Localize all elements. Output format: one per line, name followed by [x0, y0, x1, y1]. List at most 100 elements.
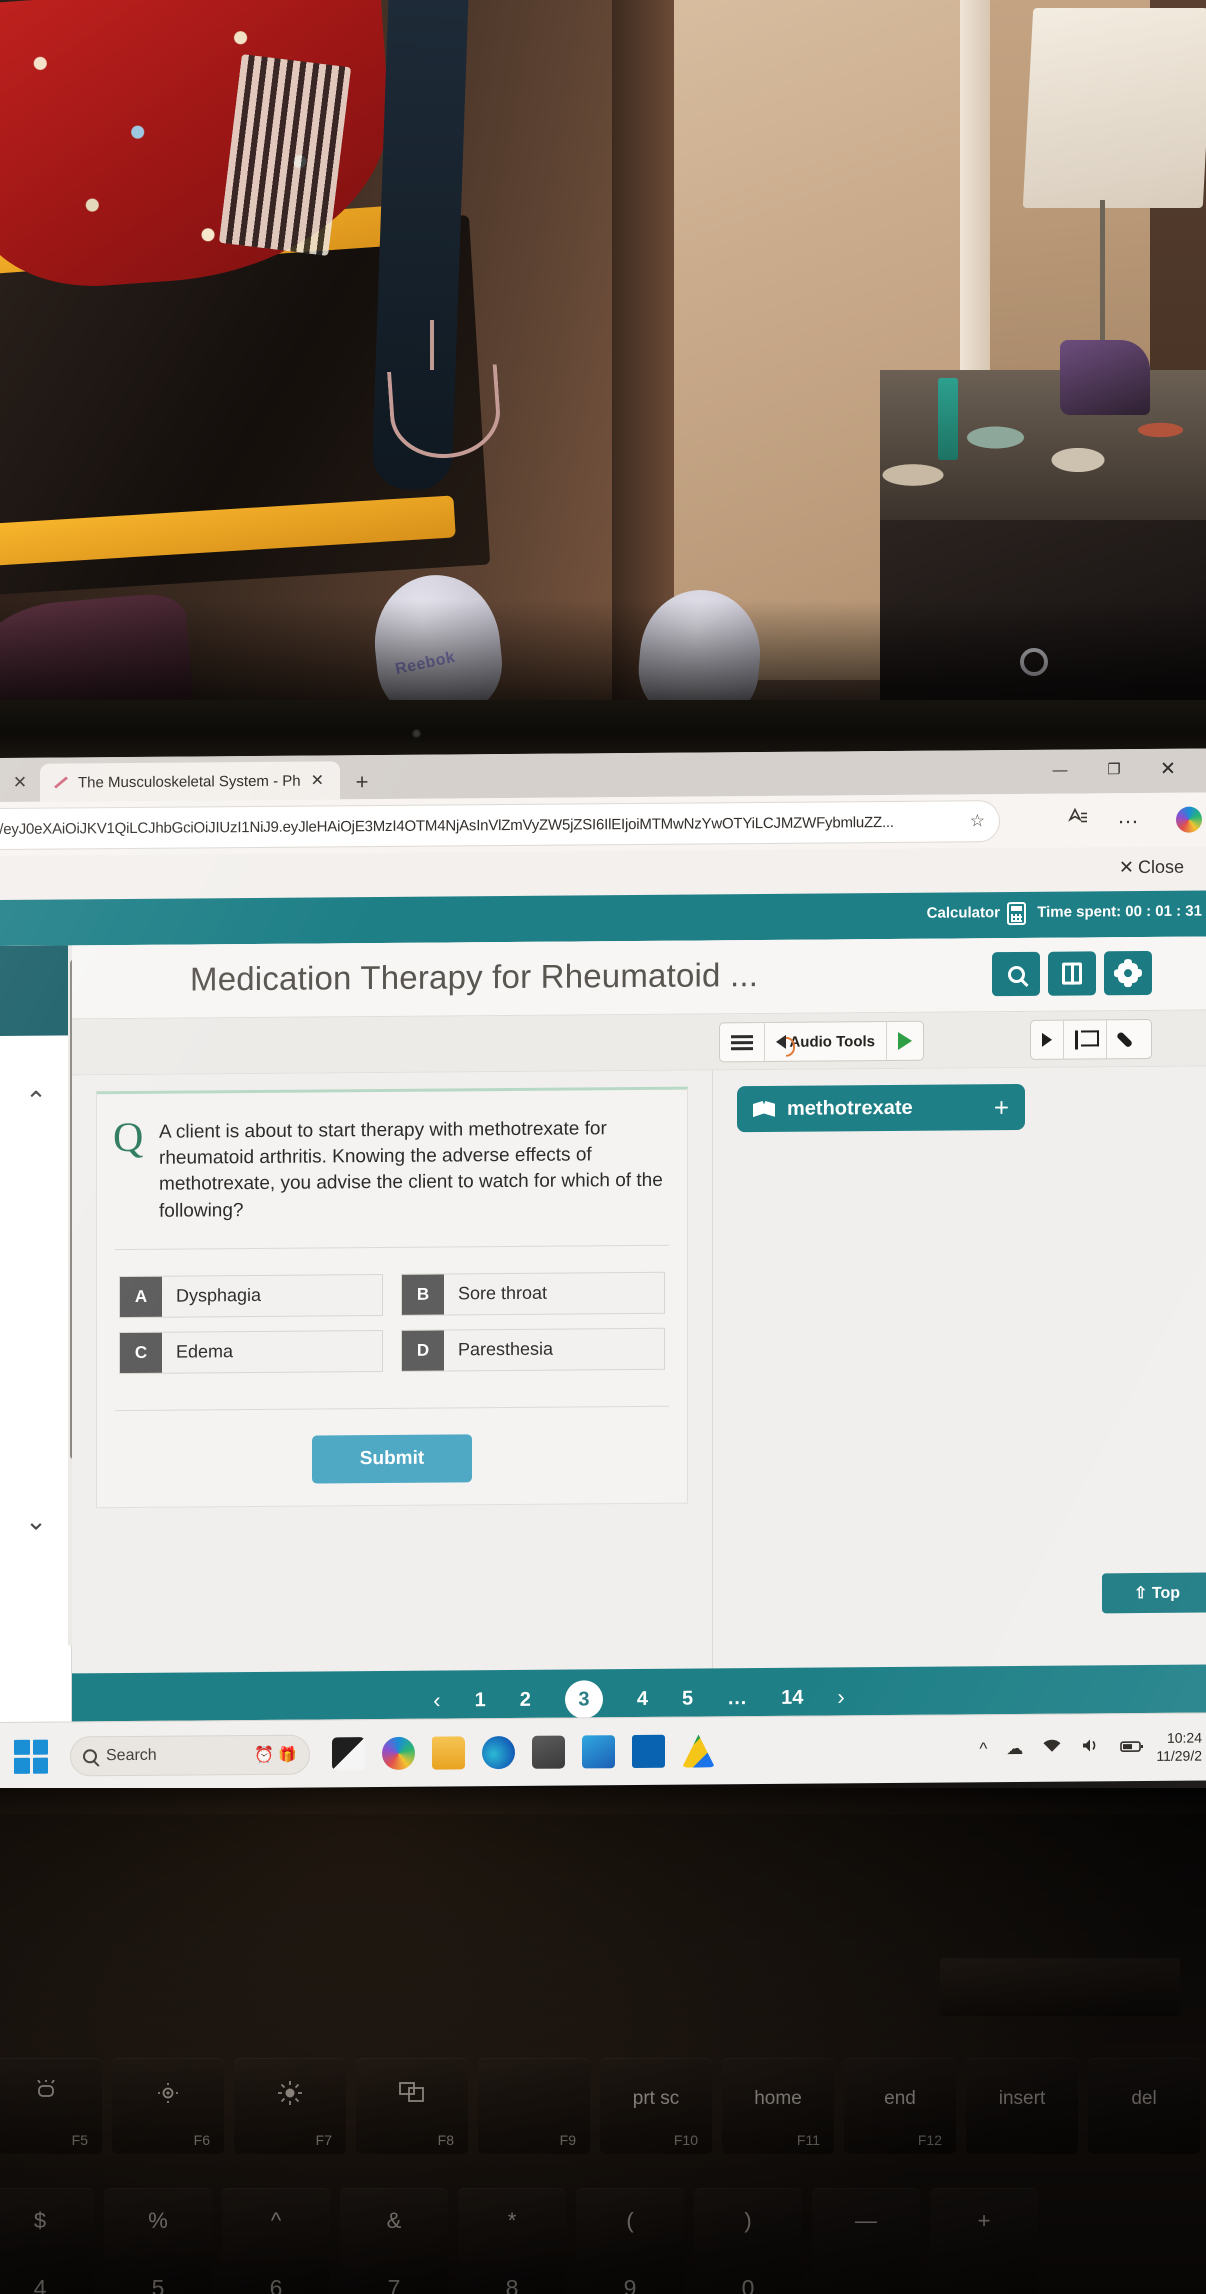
pagination-page-2[interactable]: 2 — [520, 1688, 531, 1711]
calculator-icon[interactable] — [1007, 901, 1026, 926]
key-f10[interactable]: prt sc F10 — [600, 2058, 712, 2154]
volume-icon[interactable] — [1081, 1737, 1101, 1758]
answer-option-c[interactable]: C Edema — [119, 1329, 383, 1374]
maximize-button[interactable]: ❐ — [1092, 751, 1136, 787]
clock-icon[interactable]: ⏰ — [254, 1744, 274, 1764]
key-minus[interactable]: — — [812, 2188, 920, 2294]
cloud-off-icon[interactable]: ☁ — [1006, 1738, 1023, 1758]
key-f9[interactable]: F9 — [478, 2058, 590, 2154]
answer-option-d[interactable]: D Paresthesia — [401, 1327, 665, 1372]
option-letter: D — [402, 1330, 444, 1371]
quiz-left-sidebar: ⌃ ⌄ ▲ ▼ — [0, 945, 80, 1730]
search-input[interactable]: Search ⏰ 🎁 — [70, 1734, 310, 1776]
key-8[interactable]: * 8 — [458, 2188, 566, 2294]
quiz-body: ⌃ ⌄ ▲ ▼ Medication Therapy for Rheumatoi… — [0, 936, 1206, 1734]
pagination-page-14[interactable]: 14 — [781, 1686, 803, 1709]
key-number: 9 — [623, 2275, 637, 2294]
back-to-top-button[interactable]: ⇧ Top — [1102, 1572, 1206, 1614]
microsoft-store-icon[interactable] — [532, 1735, 565, 1769]
close-button[interactable]: ✕ Close — [1119, 857, 1184, 879]
new-tab-button[interactable]: + — [340, 765, 384, 799]
task-view-icon[interactable] — [332, 1737, 365, 1771]
medication-reference-button[interactable]: methotrexate + — [737, 1083, 1025, 1133]
settings-button[interactable] — [1104, 950, 1152, 996]
minimize-button[interactable]: — — [1038, 752, 1082, 788]
key-f11[interactable]: home F11 — [722, 2058, 834, 2154]
pagination-page-4[interactable]: 4 — [637, 1687, 648, 1710]
clock-area[interactable]: 10:24 11/29/2 — [1156, 1729, 1202, 1765]
highlighter-button[interactable] — [1107, 1019, 1151, 1059]
key-4[interactable]: $ 4 — [0, 2188, 94, 2294]
pagination-page-5[interactable]: 5 — [682, 1687, 693, 1710]
speaker-icon — [776, 1034, 787, 1049]
audio-tools-button[interactable]: Audio Tools — [765, 1021, 887, 1062]
google-drive-icon[interactable] — [682, 1734, 715, 1767]
key-plus[interactable]: + — [930, 2188, 1038, 2294]
close-window-button[interactable]: ✕ — [1146, 751, 1190, 787]
next-button[interactable] — [1031, 1019, 1064, 1060]
pagination-page-1[interactable]: 1 — [475, 1689, 486, 1712]
dell-icon[interactable] — [632, 1734, 665, 1769]
bookmark-star-icon[interactable]: ☆ — [970, 811, 985, 831]
microsoft-edge-icon[interactable] — [482, 1735, 515, 1770]
address-bar-row: m/eyJ0eXAiOiJKV1QiLCJhbGciOiJIUzI1NiJ9.e… — [0, 792, 1206, 856]
key-f7[interactable]: F7 — [234, 2058, 346, 2154]
address-bar[interactable]: m/eyJ0eXAiOiJKV1QiLCJhbGciOiJIUzI1NiJ9.e… — [0, 800, 1000, 851]
chevron-up-icon[interactable]: ⌃ — [0, 1085, 72, 1117]
key-delete[interactable]: del — [1088, 2058, 1200, 2154]
answer-option-a[interactable]: A Dysphagia — [119, 1273, 383, 1318]
key-7[interactable]: & 7 — [340, 2188, 448, 2294]
outlook-icon[interactable] — [582, 1735, 615, 1769]
key-number: 6 — [269, 2275, 283, 2294]
add-icon[interactable]: + — [994, 1092, 1009, 1123]
answer-option-b[interactable]: B Sore throat — [401, 1271, 665, 1316]
browser-tab[interactable]: The Musculoskeletal System - Ph ✕ — [40, 761, 340, 802]
room-background-photo: Reebok — [0, 0, 1206, 722]
key-6[interactable]: ^ 6 — [222, 2188, 330, 2294]
start-button[interactable] — [14, 1739, 48, 1774]
tab-close-icon[interactable]: ✕ — [311, 770, 324, 790]
key-symbol: ) — [744, 2208, 752, 2233]
chevron-down-icon[interactable]: ⌄ — [0, 1505, 72, 1537]
key-number: 4 — [33, 2275, 47, 2294]
submit-row: Submit — [97, 1406, 687, 1507]
toolbar-menu-button[interactable] — [720, 1021, 766, 1063]
plaid-fabric — [218, 54, 352, 256]
gift-icon[interactable]: 🎁 — [278, 1745, 297, 1763]
copilot-icon[interactable] — [1176, 806, 1202, 833]
show-hidden-icons-icon[interactable]: ^ — [979, 1739, 987, 1759]
notebook-button[interactable] — [1048, 951, 1096, 996]
copilot-icon[interactable] — [382, 1736, 415, 1770]
key-f5[interactable]: F5 — [0, 2058, 102, 2154]
book-icon — [1062, 962, 1082, 985]
key-insert[interactable]: insert — [966, 2058, 1078, 2154]
key-5[interactable]: % 5 — [104, 2188, 212, 2294]
collections-icon[interactable] — [1068, 807, 1088, 832]
battery-icon[interactable] — [1120, 1738, 1144, 1758]
pagination-page-current[interactable]: 3 — [564, 1680, 603, 1719]
key-label: F8 — [437, 2132, 454, 2148]
key-9[interactable]: ( 9 — [576, 2188, 684, 2294]
key-0[interactable]: ) 0 — [694, 2188, 802, 2294]
windows-taskbar: Search ⏰ 🎁 ^ ☁ 10:24 11/29/2 — [0, 1712, 1206, 1790]
pagination-next[interactable]: › — [837, 1684, 844, 1710]
search-button[interactable] — [992, 951, 1040, 997]
tab-close-left-icon[interactable]: ✕ — [0, 764, 40, 802]
play-small-icon — [1042, 1032, 1052, 1047]
option-letter: C — [120, 1332, 162, 1373]
palmrest-detail — [940, 1958, 1180, 2016]
submit-button[interactable]: Submit — [312, 1434, 472, 1484]
file-explorer-icon[interactable] — [432, 1736, 465, 1770]
calculator-label[interactable]: Calculator — [927, 904, 1000, 922]
audio-play-button[interactable] — [887, 1021, 923, 1061]
key-f12[interactable]: end F12 — [844, 2058, 956, 2154]
key-f8[interactable]: F8 — [356, 2058, 468, 2154]
wifi-icon[interactable] — [1042, 1738, 1062, 1759]
key-number: 5 — [151, 2275, 165, 2294]
key-symbol: — — [855, 2208, 877, 2233]
browser-more-icon[interactable]: … — [1117, 803, 1140, 829]
webcam-icon — [412, 729, 421, 738]
pagination-prev[interactable]: ‹ — [433, 1688, 440, 1714]
key-f6[interactable]: F6 — [112, 2058, 224, 2154]
flag-button[interactable] — [1064, 1019, 1107, 1060]
